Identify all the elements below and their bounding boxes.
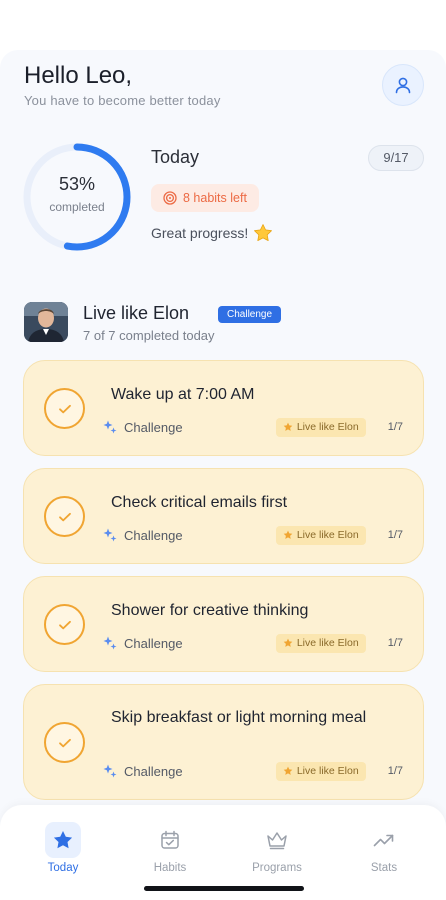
habit-type-label: Challenge bbox=[124, 635, 183, 651]
habit-check-button[interactable] bbox=[44, 604, 85, 645]
nav-today-label: Today bbox=[47, 862, 79, 874]
star-icon bbox=[283, 766, 293, 775]
habit-check-button[interactable] bbox=[44, 388, 85, 429]
habit-card[interactable]: Wake up at 7:00 AM Challenge Live like E… bbox=[23, 360, 424, 456]
checkmark-icon bbox=[58, 620, 71, 629]
habit-challenge-chip: Live like Elon bbox=[275, 417, 366, 437]
habit-check-button[interactable] bbox=[44, 496, 85, 537]
habit-chip-label: Live like Elon bbox=[296, 765, 359, 777]
habit-check-button[interactable] bbox=[44, 722, 85, 763]
nav-stats-label: Stats bbox=[370, 862, 398, 874]
progress-ring: 53% completed bbox=[20, 140, 134, 254]
habit-meta: Challenge Live like Elon 1/7 bbox=[102, 761, 403, 781]
profile-button[interactable] bbox=[382, 64, 424, 106]
habit-count-badge: 9/17 bbox=[368, 145, 424, 171]
user-icon bbox=[395, 77, 411, 94]
habits-left-label: 8 habits left bbox=[183, 191, 247, 205]
progress-label: completed bbox=[49, 200, 105, 214]
target-icon bbox=[163, 191, 177, 205]
habit-progress: 1/7 bbox=[387, 421, 403, 433]
habit-meta: Challenge Live like Elon 1/7 bbox=[102, 525, 403, 545]
habit-type: Challenge bbox=[102, 419, 183, 435]
habit-meta: Challenge Live like Elon 1/7 bbox=[102, 417, 403, 437]
greeting-title: Hello Leo, bbox=[24, 62, 133, 89]
star-icon bbox=[283, 530, 293, 539]
habit-challenge-chip: Live like Elon bbox=[275, 761, 366, 781]
nav-habits[interactable]: Habits bbox=[130, 822, 210, 874]
challenge-subtitle: 7 of 7 completed today bbox=[83, 328, 215, 343]
habit-title: Shower for creative thinking bbox=[111, 602, 309, 619]
habit-title: Wake up at 7:00 AM bbox=[111, 386, 255, 403]
nav-programs-icon-box bbox=[259, 822, 295, 858]
habit-type-label: Challenge bbox=[124, 419, 183, 435]
habit-title: Check critical emails first bbox=[111, 494, 288, 511]
sparkle-icon bbox=[103, 528, 117, 542]
sparkle-icon bbox=[103, 764, 117, 778]
habit-card[interactable]: Skip breakfast or light morning meal Cha… bbox=[23, 684, 424, 800]
habit-card[interactable]: Check critical emails first Challenge Li… bbox=[23, 468, 424, 564]
main-screen: Hello Leo, You have to become better tod… bbox=[0, 50, 446, 900]
progress-percent: 53% bbox=[58, 174, 96, 194]
progress-message: Great progress! bbox=[151, 223, 273, 243]
habit-type: Challenge bbox=[102, 635, 183, 651]
home-indicator bbox=[144, 886, 304, 891]
habit-meta: Challenge Live like Elon 1/7 bbox=[102, 633, 403, 653]
nav-today-icon-box bbox=[45, 822, 81, 858]
greeting-subtitle: You have to become better today bbox=[24, 93, 221, 108]
habits-left-badge: 8 habits left bbox=[151, 184, 259, 212]
nav-programs-label: Programs bbox=[252, 862, 302, 874]
checkmark-icon bbox=[58, 738, 71, 747]
habit-chip-label: Live like Elon bbox=[296, 421, 359, 433]
sparkle-icon bbox=[103, 636, 117, 650]
habit-progress: 1/7 bbox=[387, 529, 403, 541]
progress-message-text: Great progress! bbox=[151, 225, 249, 241]
habit-type: Challenge bbox=[102, 763, 183, 779]
habit-type-label: Challenge bbox=[124, 763, 183, 779]
nav-stats-icon-box bbox=[366, 822, 402, 858]
habit-progress: 1/7 bbox=[387, 765, 403, 777]
star-icon bbox=[283, 422, 293, 431]
star-icon bbox=[53, 831, 73, 849]
habit-progress: 1/7 bbox=[387, 637, 403, 649]
trend-icon bbox=[373, 834, 394, 847]
challenge-tag: Challenge bbox=[218, 306, 282, 323]
nav-today[interactable]: Today bbox=[23, 822, 103, 874]
today-title: Today bbox=[151, 147, 200, 167]
nav-stats[interactable]: Stats bbox=[344, 822, 424, 874]
habit-challenge-chip: Live like Elon bbox=[275, 525, 366, 545]
habit-chip-label: Live like Elon bbox=[296, 637, 359, 649]
habit-challenge-chip: Live like Elon bbox=[275, 633, 366, 653]
checkmark-icon bbox=[58, 404, 71, 413]
nav-programs[interactable]: Programs bbox=[237, 822, 317, 874]
challenge-title: Live like Elon bbox=[83, 303, 190, 323]
habit-card[interactable]: Shower for creative thinking Challenge L… bbox=[23, 576, 424, 672]
checkmark-icon bbox=[58, 512, 71, 521]
star-emoji-icon bbox=[254, 224, 273, 241]
challenge-avatar bbox=[24, 302, 68, 342]
crown-icon bbox=[267, 832, 287, 850]
calendar-icon bbox=[161, 830, 179, 849]
habit-title: Skip breakfast or light morning meal bbox=[111, 709, 367, 726]
nav-habits-icon-box bbox=[152, 822, 188, 858]
habit-type: Challenge bbox=[102, 527, 183, 543]
nav-habits-label: Habits bbox=[153, 862, 187, 874]
star-icon bbox=[283, 638, 293, 647]
sparkle-icon bbox=[103, 420, 117, 434]
habit-chip-label: Live like Elon bbox=[296, 529, 359, 541]
habit-type-label: Challenge bbox=[124, 527, 183, 543]
